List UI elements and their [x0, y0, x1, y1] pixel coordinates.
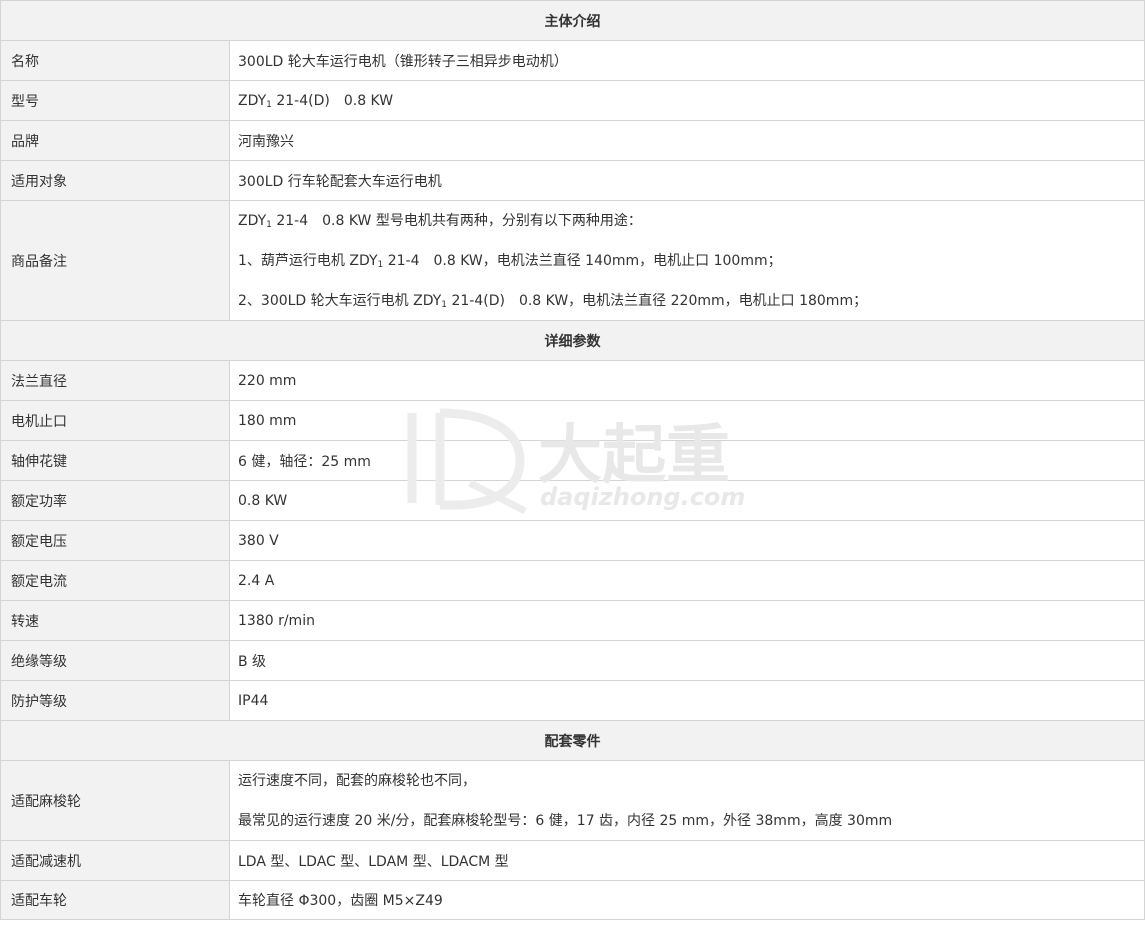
- table-row: 额定功率 0.8 KW: [0, 480, 1145, 520]
- row-value: 300LD 轮大车运行电机（锥形转子三相异步电动机）: [230, 41, 1145, 80]
- row-value: 220 mm: [230, 361, 1145, 400]
- row-label: 法兰直径: [0, 361, 230, 400]
- row-label: 绝缘等级: [0, 641, 230, 680]
- table-row-name: 名称 300LD 轮大车运行电机（锥形转子三相异步电动机）: [0, 40, 1145, 80]
- table-row: 转速 1380 r/min: [0, 600, 1145, 640]
- table-row: 额定电压 380 V: [0, 520, 1145, 560]
- table-row-note: 商品备注 ZDY1 21-4 0.8 KW 型号电机共有两种，分别有以下两种用途…: [0, 200, 1145, 320]
- note-line-3: 2、300LD 轮大车运行电机 ZDY1 21-4(D) 0.8 KW，电机法兰…: [238, 292, 868, 310]
- table-row: 法兰直径 220 mm: [0, 360, 1145, 400]
- row-label: 适配车轮: [0, 881, 230, 919]
- table-row-reducer: 适配减速机 LDA 型、LDAC 型、LDAM 型、LDACM 型: [0, 840, 1145, 880]
- row-value: 180 mm: [230, 401, 1145, 440]
- row-value: 河南豫兴: [230, 121, 1145, 160]
- row-value: 300LD 行车轮配套大车运行电机: [230, 161, 1145, 200]
- spec-table: 主体介绍 名称 300LD 轮大车运行电机（锥形转子三相异步电动机） 型号 ZD…: [0, 0, 1145, 920]
- row-value: ZDY1 21-4 0.8 KW 型号电机共有两种，分别有以下两种用途： 1、葫…: [230, 201, 1145, 320]
- row-label: 商品备注: [0, 201, 230, 320]
- row-label: 额定功率: [0, 481, 230, 520]
- table-row: 防护等级 IP44: [0, 680, 1145, 720]
- row-label: 电机止口: [0, 401, 230, 440]
- table-row: 轴伸花键 6 健，轴径：25 mm: [0, 440, 1145, 480]
- row-label: 适配麻梭轮: [0, 761, 230, 840]
- row-label: 型号: [0, 81, 230, 120]
- row-value: 6 健，轴径：25 mm: [230, 441, 1145, 480]
- row-value: ZDY1 21-4(D) 0.8 KW: [230, 81, 1145, 120]
- row-value: 380 V: [230, 521, 1145, 560]
- section-title-intro: 主体介绍: [544, 13, 601, 30]
- section-header-intro: 主体介绍: [0, 0, 1145, 40]
- row-label: 名称: [0, 41, 230, 80]
- row-label: 额定电压: [0, 521, 230, 560]
- row-value: 运行速度不同，配套的麻梭轮也不同， 最常见的运行速度 20 米/分，配套麻梭轮型…: [230, 761, 1145, 840]
- table-row: 绝缘等级 B 级: [0, 640, 1145, 680]
- row-value: IP44: [230, 681, 1145, 720]
- row-label: 防护等级: [0, 681, 230, 720]
- table-row: 电机止口 180 mm: [0, 400, 1145, 440]
- section-title-parts: 配套零件: [544, 733, 601, 750]
- table-row-brand: 品牌 河南豫兴: [0, 120, 1145, 160]
- section-header-params: 详细参数: [0, 320, 1145, 360]
- row-value: 车轮直径 Φ300，齿圈 M5×Z49: [230, 881, 1145, 919]
- section-header-parts: 配套零件: [0, 720, 1145, 760]
- sprocket-line-1: 运行速度不同，配套的麻梭轮也不同，: [238, 772, 476, 789]
- section-title-params: 详细参数: [544, 333, 601, 350]
- table-row-sprocket: 适配麻梭轮 运行速度不同，配套的麻梭轮也不同， 最常见的运行速度 20 米/分，…: [0, 760, 1145, 840]
- table-row-target: 适用对象 300LD 行车轮配套大车运行电机: [0, 160, 1145, 200]
- row-value: 1380 r/min: [230, 601, 1145, 640]
- row-value: B 级: [230, 641, 1145, 680]
- note-line-1: ZDY1 21-4 0.8 KW 型号电机共有两种，分别有以下两种用途：: [238, 212, 642, 230]
- row-label: 轴伸花键: [0, 441, 230, 480]
- row-value: 2.4 A: [230, 561, 1145, 600]
- row-label: 品牌: [0, 121, 230, 160]
- table-row-model: 型号 ZDY1 21-4(D) 0.8 KW: [0, 80, 1145, 120]
- row-label: 适用对象: [0, 161, 230, 200]
- note-line-2: 1、葫芦运行电机 ZDY1 21-4 0.8 KW，电机法兰直径 140mm，电…: [238, 252, 782, 270]
- row-label: 适配减速机: [0, 841, 230, 880]
- sprocket-line-2: 最常见的运行速度 20 米/分，配套麻梭轮型号：6 健，17 齿，内径 25 m…: [238, 812, 893, 829]
- table-row-carwheel: 适配车轮 车轮直径 Φ300，齿圈 M5×Z49: [0, 880, 1145, 920]
- table-row: 额定电流 2.4 A: [0, 560, 1145, 600]
- row-label: 额定电流: [0, 561, 230, 600]
- row-label: 转速: [0, 601, 230, 640]
- row-value: 0.8 KW: [230, 481, 1145, 520]
- row-value: LDA 型、LDAC 型、LDAM 型、LDACM 型: [230, 841, 1145, 880]
